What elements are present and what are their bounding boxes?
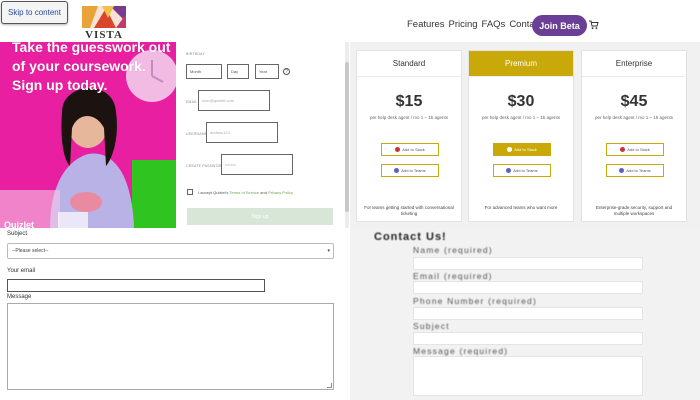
add-to-slack-label: Add to Slack	[514, 147, 537, 152]
subject-label: Subject	[413, 321, 450, 331]
resize-handle[interactable]	[327, 383, 332, 388]
teams-icon	[394, 168, 400, 173]
privacy-policy-link[interactable]: Privacy Policy	[268, 190, 293, 195]
email-field[interactable]	[413, 281, 643, 294]
your-email-label: Your email	[7, 268, 36, 274]
hero-headline-line: Take the guesswork out	[12, 42, 171, 55]
phone-label: Phone Number (required)	[413, 296, 537, 306]
teams-icon	[506, 168, 512, 173]
password-label: CREATE PASSWORD	[186, 164, 225, 168]
plan-description: per help desk agent / mo 1 – 15 agents	[594, 115, 674, 120]
terms-and: and	[259, 190, 269, 195]
plan-name: Premium	[469, 51, 573, 77]
add-to-teams-button[interactable]: Add to Teams	[381, 164, 439, 177]
plan-description: per help desk agent / mo 1 – 15 agents	[481, 115, 561, 120]
signup-button[interactable]: Sign up	[187, 208, 333, 225]
subject-select-value: --Please select--	[12, 248, 49, 254]
password-placeholder: ••••••••	[225, 162, 237, 167]
scrollbar-thumb[interactable]	[345, 62, 349, 212]
plan-price: $30	[507, 93, 535, 110]
subject-label: Subject	[7, 231, 28, 237]
birthday-month-select[interactable]: Month	[186, 64, 222, 79]
plan-footnote: Enterprise-grade security, support and m…	[595, 205, 673, 216]
slack-icon	[507, 147, 513, 152]
help-icon[interactable]: ?	[283, 68, 290, 75]
plan-name: Enterprise	[582, 51, 686, 77]
main-nav: Features Pricing FAQs Contact	[407, 19, 542, 30]
contact-us-section: Contact Us! Name (required) Email (requi…	[350, 228, 700, 400]
add-to-teams-button[interactable]: Add to Teams	[493, 164, 551, 177]
terms-text: I accept Quizlet's Terms of Service and …	[198, 190, 293, 195]
message-field[interactable]	[413, 356, 643, 396]
slack-icon	[395, 147, 401, 152]
birthday-year-value: Year	[259, 69, 268, 74]
signup-form: BIRTHDAY Month Day Year ? EMAIL user@qui…	[180, 48, 340, 228]
hero-headline-line: of your coursework.	[12, 58, 146, 74]
add-to-teams-label: Add to Teams	[626, 168, 651, 173]
teams-icon	[619, 168, 625, 173]
contact-form: Subject --Please select-- ▾ Your email M…	[0, 228, 340, 400]
scrollbar[interactable]	[345, 42, 349, 228]
join-beta-button[interactable]: Join Beta	[532, 15, 587, 36]
name-field[interactable]	[413, 257, 643, 270]
add-to-teams-button[interactable]: Add to Teams	[606, 164, 664, 177]
email-placeholder: user@quizlet.com	[202, 98, 235, 103]
birthday-year-select[interactable]: Year	[255, 64, 279, 79]
birthday-month-value: Month	[190, 69, 202, 74]
hero-headline: Take the guesswork out of your coursewor…	[12, 42, 172, 95]
terms-prefix: I accept Quizlet's	[198, 190, 230, 195]
name-label: Name (required)	[413, 245, 493, 255]
terms-checkbox[interactable]	[187, 189, 193, 195]
email-label: Email (required)	[413, 271, 493, 281]
plan-footnote: For teams getting started with conversat…	[364, 205, 454, 216]
terms-of-service-link[interactable]: Terms of Service	[229, 190, 259, 195]
plan-card-premium: Premium $30 per help desk agent / mo 1 –…	[468, 50, 574, 222]
username-field[interactable]: andrew123	[206, 122, 278, 143]
hero-image: Take the guesswork out of your coursewor…	[0, 42, 176, 228]
your-email-field[interactable]	[7, 279, 265, 292]
hero-headline-line: Sign up today.	[12, 77, 108, 93]
logo-text: VISTA	[85, 29, 123, 41]
chevron-down-icon: ▾	[327, 248, 330, 254]
plan-card-enterprise: Enterprise $45 per help desk agent / mo …	[581, 50, 687, 222]
plan-card-standard: Standard $15 per help desk agent / mo 1 …	[356, 50, 462, 222]
nav-features[interactable]: Features	[407, 19, 445, 30]
skip-to-content-link[interactable]: Skip to content	[1, 1, 68, 24]
plan-price: $45	[620, 93, 648, 110]
birthday-day-value: Day	[231, 69, 239, 74]
message-textarea[interactable]	[7, 303, 334, 390]
add-to-slack-button[interactable]: Add to Slack	[606, 143, 664, 156]
add-to-slack-button[interactable]: Add to Slack	[493, 143, 551, 156]
message-label: Message (required)	[413, 346, 509, 356]
cart-icon[interactable]	[589, 20, 599, 30]
plan-description: per help desk agent / mo 1 – 15 agents	[369, 115, 449, 120]
birthday-day-select[interactable]: Day	[227, 64, 249, 79]
birthday-label: BIRTHDAY	[186, 52, 205, 56]
email-label: EMAIL	[186, 100, 198, 104]
nav-faqs[interactable]: FAQs	[482, 19, 506, 30]
add-to-slack-label: Add to Slack	[627, 147, 650, 152]
plan-footnote: For advanced teams who want more	[484, 205, 558, 210]
subject-field[interactable]	[413, 332, 643, 345]
add-to-slack-button[interactable]: Add to Slack	[381, 143, 439, 156]
plan-price: $15	[395, 93, 423, 110]
email-field[interactable]: user@quizlet.com	[198, 90, 270, 111]
hero-brand: Quizlet	[4, 220, 35, 228]
username-label: USERNAME	[186, 132, 208, 136]
username-placeholder: andrew123	[210, 130, 230, 135]
message-label: Message	[7, 294, 32, 300]
page: Skip to content VISTA Features Pricing F…	[0, 0, 700, 400]
contact-us-title: Contact Us!	[374, 231, 447, 243]
add-to-teams-label: Add to Teams	[401, 168, 426, 173]
slack-icon	[620, 147, 626, 152]
phone-field[interactable]	[413, 307, 643, 320]
subject-select[interactable]: --Please select-- ▾	[7, 243, 334, 259]
pricing-section: Standard $15 per help desk agent / mo 1 …	[350, 42, 700, 228]
add-to-slack-label: Add to Slack	[402, 147, 425, 152]
plan-name: Standard	[357, 51, 461, 77]
password-field[interactable]: ••••••••	[221, 154, 293, 175]
add-to-teams-label: Add to Teams	[513, 168, 538, 173]
nav-pricing[interactable]: Pricing	[449, 19, 478, 30]
